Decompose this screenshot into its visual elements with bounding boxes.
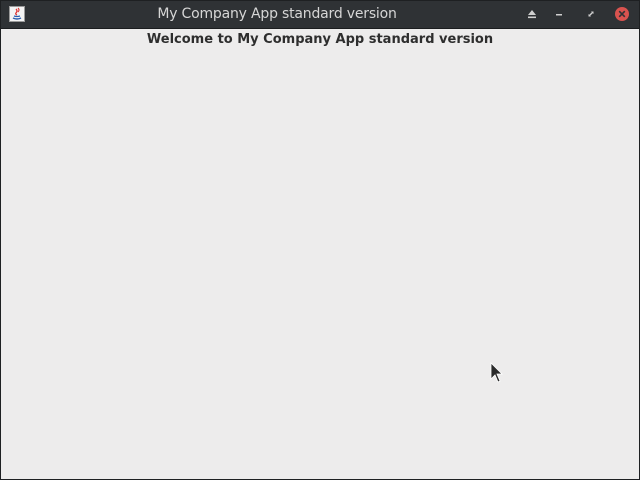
welcome-label: Welcome to My Company App standard versi… xyxy=(146,32,494,47)
close-icon[interactable] xyxy=(613,5,631,23)
minimize-icon[interactable] xyxy=(550,5,568,23)
maximize-icon[interactable] xyxy=(582,5,600,23)
content-panel: Welcome to My Company App standard versi… xyxy=(1,29,639,479)
mouse-pointer-icon xyxy=(490,362,503,383)
title-bar[interactable]: My Company App standard version xyxy=(1,1,639,29)
window-title: My Company App standard version xyxy=(157,6,397,22)
app-window: My Company App standard version Welcome … xyxy=(0,0,640,480)
shade-icon[interactable] xyxy=(523,5,541,23)
